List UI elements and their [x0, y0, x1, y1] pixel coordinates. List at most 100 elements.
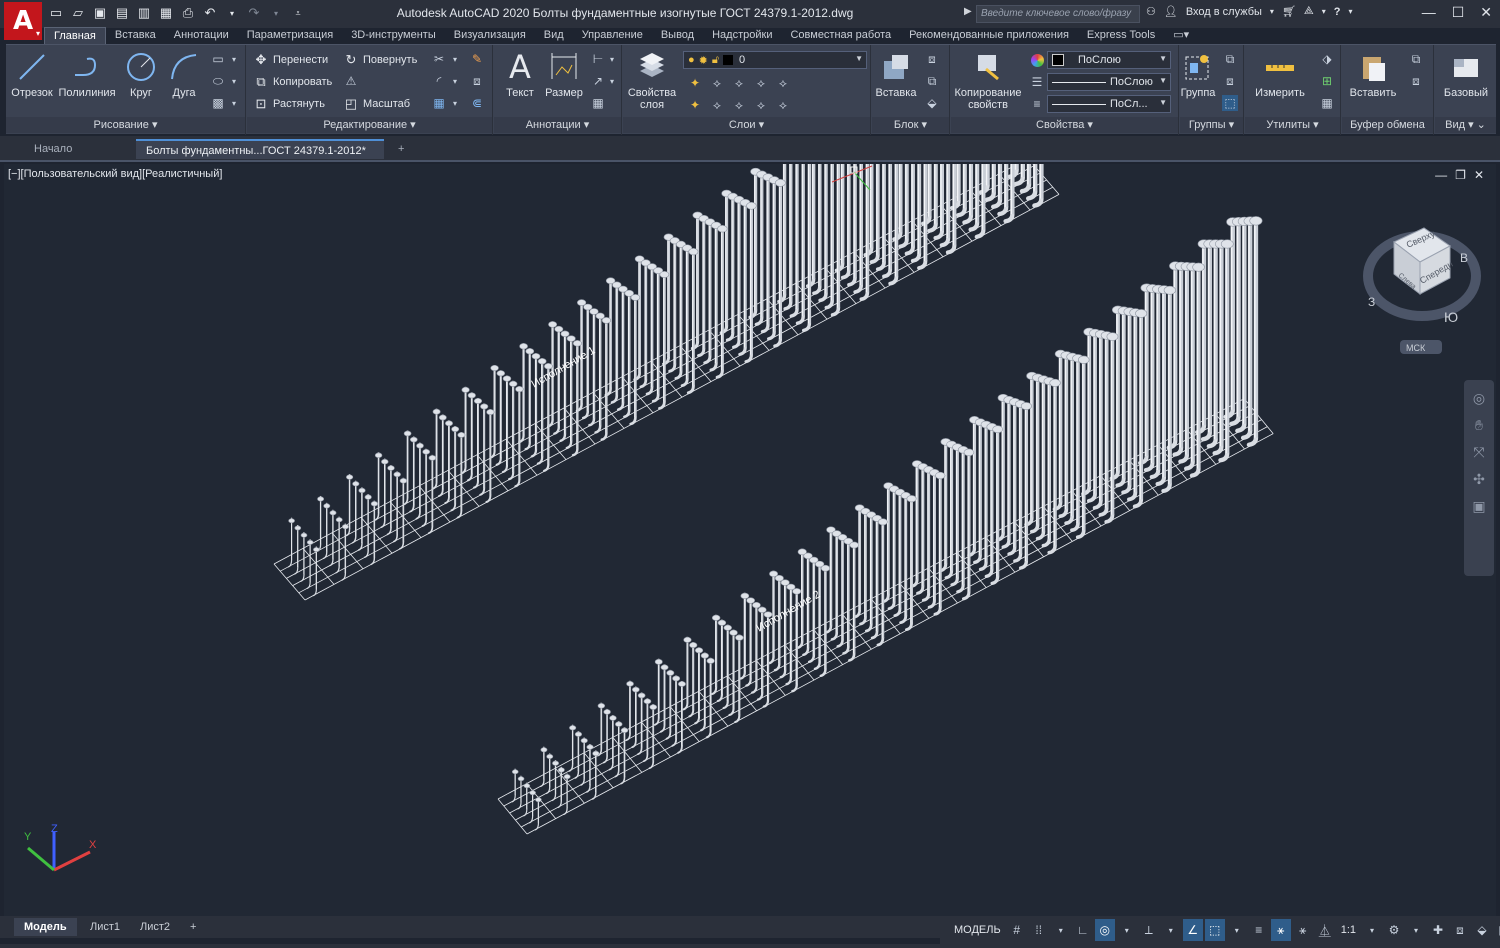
- model-space-toggle[interactable]: МОДЕЛЬ: [950, 924, 1005, 936]
- panel-utilities-title[interactable]: Утилиты ▾: [1245, 117, 1340, 133]
- chevron-down-icon[interactable]: ▾: [226, 51, 242, 67]
- match-properties-button[interactable]: Копирование свойств: [951, 49, 1025, 111]
- ribbon-minimize-toggle[interactable]: ▭▾: [1164, 27, 1198, 45]
- chevron-down-icon[interactable]: ▾: [447, 51, 463, 67]
- tab-home[interactable]: Главная: [44, 27, 106, 45]
- create-block-icon[interactable]: ⧈: [924, 51, 940, 67]
- group-edit-icon[interactable]: ⧈: [1222, 73, 1238, 89]
- tab-drawing[interactable]: Болты фундаментны...ГОСТ 24379.1-2012* ✕: [136, 139, 384, 177]
- circle-button[interactable]: Круг: [120, 49, 162, 99]
- tab-annotate[interactable]: Аннотации: [165, 27, 238, 45]
- layer-properties-button[interactable]: Свойства слоя: [625, 49, 679, 111]
- trim-icon[interactable]: ✂: [431, 51, 447, 67]
- select-all-icon[interactable]: ⊞: [1319, 73, 1335, 89]
- array-icon[interactable]: ▦: [431, 95, 447, 111]
- tab-view[interactable]: Вид: [535, 27, 573, 45]
- orbit-icon[interactable]: ✣: [1473, 471, 1485, 488]
- close-icon[interactable]: ✕: [1474, 168, 1484, 182]
- tab-manage[interactable]: Управление: [573, 27, 652, 45]
- layer-on-icon[interactable]: ✦: [687, 97, 703, 113]
- layer-unlock-icon[interactable]: ⟡: [753, 97, 769, 113]
- chevron-down-icon[interactable]: ▾: [1117, 919, 1137, 941]
- showmotion-icon[interactable]: ▣: [1472, 498, 1485, 515]
- units-icon[interactable]: ⧈: [1450, 919, 1470, 941]
- compass-west[interactable]: З: [1368, 295, 1375, 309]
- chevron-down-icon[interactable]: ▾: [1051, 919, 1071, 941]
- chevron-down-icon[interactable]: ▾: [1362, 919, 1382, 941]
- undo-dropdown-icon[interactable]: ▾: [224, 4, 240, 22]
- chevron-right-icon[interactable]: ▶: [964, 6, 972, 17]
- grid-icon[interactable]: #: [1007, 919, 1027, 941]
- copy-clip-icon[interactable]: ⧈: [1408, 73, 1424, 89]
- cut-icon[interactable]: ⧉: [1408, 51, 1424, 67]
- chevron-down-icon[interactable]: ▾: [226, 95, 242, 111]
- open-file-icon[interactable]: ▱: [70, 4, 86, 22]
- object-snap-tracking-icon[interactable]: ∠: [1182, 919, 1203, 941]
- annotation-visibility-icon[interactable]: ⚹: [1270, 919, 1291, 941]
- chevron-down-icon[interactable]: ▾: [1161, 919, 1181, 941]
- tab-model[interactable]: Модель: [14, 918, 77, 936]
- auto-scale-icon[interactable]: ⚹: [1293, 919, 1313, 941]
- insert-block-button[interactable]: Вставка: [874, 49, 918, 99]
- web-mobile-open-icon[interactable]: ▥: [136, 4, 152, 22]
- chevron-down-icon[interactable]: ▾: [447, 73, 463, 89]
- lineweight-display-icon[interactable]: ≡: [1249, 919, 1269, 941]
- workspace-gear-icon[interactable]: ⚙: [1384, 919, 1404, 941]
- binoculars-icon[interactable]: ⚇: [1146, 5, 1156, 18]
- new-file-icon[interactable]: ▭: [48, 4, 64, 22]
- tab-insert[interactable]: Вставка: [106, 27, 165, 45]
- paste-button[interactable]: Вставить: [1344, 49, 1402, 99]
- drawing-viewport[interactable]: Исполнение 1 Исполнение 2 Z X Y [−][Поль…: [4, 164, 1496, 916]
- scale-button[interactable]: ◰ Масштаб: [343, 95, 410, 113]
- layer-freeze-icon[interactable]: ⟡: [731, 75, 747, 91]
- tab-featured-apps[interactable]: Рекомендованные приложения: [900, 27, 1078, 45]
- ungroup-icon[interactable]: ⧉: [1222, 51, 1238, 67]
- rectangle-icon[interactable]: ▭: [210, 51, 226, 67]
- tab-output[interactable]: Вывод: [652, 27, 703, 45]
- panel-modify-title[interactable]: Редактирование ▾: [247, 117, 492, 133]
- group-button[interactable]: Группа: [1180, 49, 1216, 99]
- panel-layers-title[interactable]: Слои ▾: [623, 117, 870, 133]
- add-layout-button[interactable]: +: [180, 918, 206, 936]
- move-button[interactable]: ✥ Перенести: [253, 51, 329, 69]
- panel-view-title[interactable]: Вид ▾ ⌄: [1435, 117, 1496, 133]
- layer-make-current-icon[interactable]: ⟡: [775, 75, 791, 91]
- compass-south[interactable]: Ю: [1444, 309, 1458, 325]
- base-view-button[interactable]: Базовый: [1439, 49, 1493, 99]
- rotate-button[interactable]: ↻ Повернуть: [343, 51, 418, 69]
- copy-button[interactable]: ⧉ Копировать: [253, 73, 332, 91]
- mirror-icon[interactable]: ⚠: [343, 73, 359, 89]
- a360-icon[interactable]: ⟁: [1304, 5, 1314, 18]
- chevron-down-icon[interactable]: ▾: [1322, 7, 1326, 16]
- annotation-monitor-icon[interactable]: ✚: [1428, 919, 1448, 941]
- layer-thaw-icon[interactable]: ⟡: [731, 97, 747, 113]
- quick-select-icon[interactable]: ⬗: [1319, 51, 1335, 67]
- tab-visualize[interactable]: Визуализация: [445, 27, 535, 45]
- line-button[interactable]: Отрезок: [10, 49, 54, 99]
- chevron-down-icon[interactable]: ▾: [604, 73, 620, 89]
- user-icon[interactable]: 👤︎: [1164, 5, 1178, 18]
- panel-block-title[interactable]: Блок ▾: [872, 117, 949, 133]
- edit-block-icon[interactable]: ⧉: [924, 73, 940, 89]
- redo-dropdown-icon[interactable]: ▾: [268, 4, 284, 22]
- dimension-button[interactable]: Размер: [542, 49, 586, 99]
- maximize-icon[interactable]: ☐: [1452, 4, 1465, 21]
- restore-icon[interactable]: ❐: [1455, 168, 1466, 182]
- tab-layout1[interactable]: Лист1: [80, 918, 130, 936]
- search-input[interactable]: Введите ключевое слово/фразу: [976, 5, 1140, 23]
- edit-attributes-icon[interactable]: ⬙: [924, 95, 940, 111]
- redo-icon[interactable]: ↷: [246, 4, 262, 22]
- stretch-button[interactable]: ⊡ Растянуть: [253, 95, 325, 113]
- color-dropdown[interactable]: ПоСлою ▼: [1047, 51, 1171, 69]
- polyline-button[interactable]: Полилиния: [56, 49, 118, 99]
- measure-button[interactable]: Измерить: [1251, 49, 1309, 99]
- panel-groups-title[interactable]: Группы ▾: [1180, 117, 1243, 133]
- ellipse-icon[interactable]: ⬭: [210, 73, 226, 89]
- annotation-scale-icon[interactable]: ⏅: [1315, 919, 1335, 941]
- annotation-scale-value[interactable]: 1:1: [1337, 924, 1360, 936]
- text-button[interactable]: A Текст: [500, 48, 540, 99]
- tab-3d-tools[interactable]: 3D-инструменты: [342, 27, 445, 45]
- close-icon[interactable]: ✕: [1480, 4, 1492, 21]
- chevron-down-icon[interactable]: ▾: [1270, 7, 1274, 16]
- panel-clipboard-title[interactable]: Буфер обмена: [1342, 117, 1433, 133]
